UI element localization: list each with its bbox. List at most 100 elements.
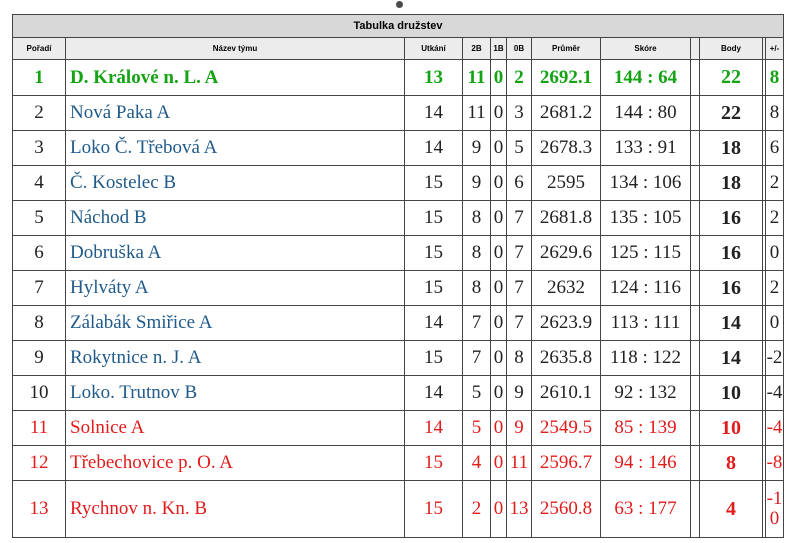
spacer-cell [690, 59, 700, 96]
played-cell: 15 [404, 480, 463, 538]
wins-cell: 5 [462, 410, 491, 446]
rank-cell: 9 [12, 340, 66, 376]
wins-cell: 8 [462, 235, 491, 271]
rank-cell: 2 [12, 95, 66, 131]
difference-cell: -2 [764, 340, 785, 376]
table-row: 10 Loko. Trutnov B 14 5 0 9 2610.1 92 : 132 10 -4 [12, 375, 785, 411]
difference-cell: 6 [764, 130, 785, 166]
draws-cell: 0 [490, 480, 507, 538]
column-header: 1B [490, 37, 507, 60]
table-row: 6 Dobruška A 15 8 0 7 2629.6 125 : 115 16 0 [12, 235, 785, 271]
team-name-cell: Dobruška A [65, 235, 405, 271]
score-cell: 133 : 91 [600, 130, 691, 166]
table-row: 5 Náchod B 15 8 0 7 2681.8 135 : 105 16 2 [12, 200, 785, 236]
spacer-cell [690, 165, 700, 201]
difference-cell: 8 [764, 95, 785, 131]
score-cell: 92 : 132 [600, 375, 691, 411]
wins-cell: 7 [462, 305, 491, 341]
difference-cell: 2 [764, 200, 785, 236]
score-cell: 94 : 146 [600, 445, 691, 481]
draws-cell: 0 [490, 270, 507, 306]
points-cell: 14 [699, 340, 763, 376]
score-cell: 125 : 115 [600, 235, 691, 271]
played-cell: 13 [404, 59, 463, 96]
column-header: +/- [764, 37, 785, 60]
spacer-cell [690, 375, 700, 411]
rank-cell: 1 [12, 59, 66, 96]
difference-cell: -4 [764, 410, 785, 446]
team-name-cell: Rychnov n. Kn. B [65, 480, 405, 538]
rank-cell: 12 [12, 445, 66, 481]
points-cell: 10 [699, 375, 763, 411]
standings-body: 1 D. Králové n. L. A 13 11 0 2 2692.1 144 : 64 2… [12, 59, 785, 538]
losses-cell: 7 [506, 200, 532, 236]
draws-cell: 0 [490, 59, 507, 96]
column-header: Průměr [531, 37, 601, 60]
points-cell: 22 [699, 95, 763, 131]
rank-cell: 13 [12, 480, 66, 538]
points-cell: 16 [699, 270, 763, 306]
draws-cell: 0 [490, 95, 507, 131]
spacer-cell [690, 480, 700, 538]
wins-cell: 11 [462, 59, 491, 96]
table-row: 11 Solnice A 14 5 0 9 2549.5 85 : 139 10 -4 [12, 410, 785, 446]
table-row: 13 Rychnov n. Kn. B 15 2 0 13 2560.8 63 : 177 4-… [12, 480, 785, 538]
wins-cell: 4 [462, 445, 491, 481]
team-name-cell: D. Králové n. L. A [65, 59, 405, 96]
column-header: Skóre [600, 37, 691, 60]
draws-cell: 0 [490, 130, 507, 166]
score-cell: 63 : 177 [600, 480, 691, 538]
average-cell: 2610.1 [531, 375, 601, 411]
difference-cell: -8 [764, 445, 785, 481]
table-row: 3 Loko Č. Třebová A 14 9 0 5 2678.3 133 : 91 18 6 [12, 130, 785, 166]
rank-cell: 4 [12, 165, 66, 201]
losses-cell: 9 [506, 410, 532, 446]
losses-cell: 7 [506, 235, 532, 271]
average-cell: 2596.7 [531, 445, 601, 481]
score-cell: 113 : 111 [600, 305, 691, 341]
rank-cell: 10 [12, 375, 66, 411]
team-name-cell: Č. Kostelec B [65, 165, 405, 201]
difference-cell: -10 [764, 480, 785, 538]
wins-cell: 11 [462, 95, 491, 131]
team-name-cell: Nová Paka A [65, 95, 405, 131]
score-cell: 144 : 80 [600, 95, 691, 131]
column-header: Body [699, 37, 763, 60]
spacer-cell [690, 305, 700, 341]
score-cell: 124 : 116 [600, 270, 691, 306]
played-cell: 14 [404, 375, 463, 411]
difference-cell: 2 [764, 165, 785, 201]
column-header: Název týmu [65, 37, 405, 60]
header-row: Pořadí Název týmu Utkání 2B 1B 0B Průměr Skóre B… [12, 37, 785, 60]
played-cell: 15 [404, 200, 463, 236]
losses-cell: 8 [506, 340, 532, 376]
average-cell: 2635.8 [531, 340, 601, 376]
table-row: 2 Nová Paka A 14 11 0 3 2681.2 144 : 80 22 8 [12, 95, 785, 131]
draws-cell: 0 [490, 340, 507, 376]
played-cell: 15 [404, 445, 463, 481]
average-cell: 2681.8 [531, 200, 601, 236]
score-cell: 135 : 105 [600, 200, 691, 236]
spacer-cell [690, 130, 700, 166]
average-cell: 2681.2 [531, 95, 601, 131]
column-header: Pořadí [12, 37, 66, 60]
points-cell: 16 [699, 200, 763, 236]
rank-cell: 5 [12, 200, 66, 236]
table-row: 12 Třebechovice p. O. A 15 4 0 11 2596.7 94 : 1… [12, 445, 785, 481]
rank-cell: 11 [12, 410, 66, 446]
score-cell: 118 : 122 [600, 340, 691, 376]
top-bar [0, 0, 794, 10]
spacer-cell [690, 410, 700, 446]
points-cell: 8 [699, 445, 763, 481]
spacer-cell [690, 445, 700, 481]
played-cell: 15 [404, 235, 463, 271]
table-row: 4 Č. Kostelec B 15 9 0 6 2595 134 : 106 18 2 [12, 165, 785, 201]
wins-cell: 9 [462, 130, 491, 166]
draws-cell: 0 [490, 445, 507, 481]
losses-cell: 13 [506, 480, 532, 538]
average-cell: 2549.5 [531, 410, 601, 446]
average-cell: 2692.1 [531, 59, 601, 96]
average-cell: 2632 [531, 270, 601, 306]
team-name-cell: Třebechovice p. O. A [65, 445, 405, 481]
wins-cell: 8 [462, 270, 491, 306]
